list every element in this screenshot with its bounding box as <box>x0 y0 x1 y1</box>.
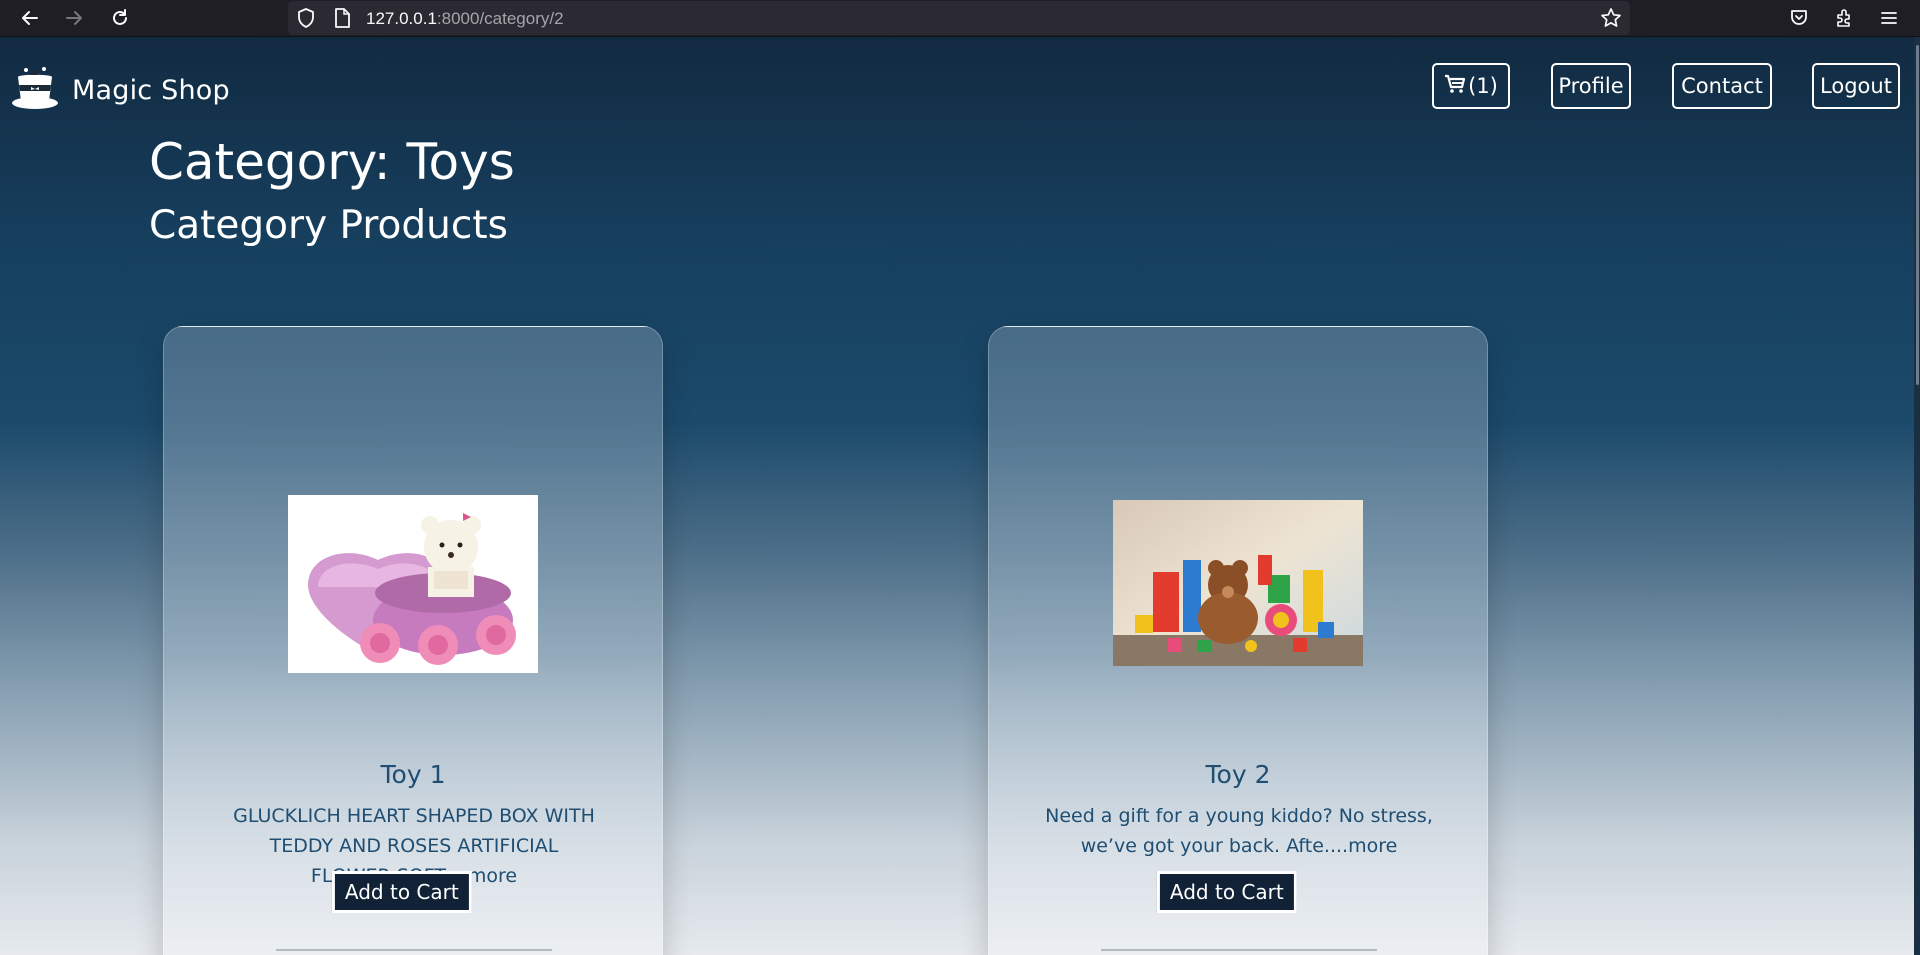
magic-hat-logo-icon <box>10 63 60 117</box>
back-icon[interactable] <box>16 4 44 32</box>
pocket-icon[interactable] <box>1788 7 1810 29</box>
forward-icon[interactable] <box>60 4 88 32</box>
product-name[interactable]: Toy 1 <box>164 760 662 789</box>
contact-button[interactable]: Contact <box>1672 63 1772 109</box>
section-heading: Category Products <box>149 203 508 248</box>
contact-label: Contact <box>1681 74 1763 98</box>
product-image-teddy-heart-box[interactable] <box>288 495 538 673</box>
profile-button[interactable]: Profile <box>1551 63 1631 109</box>
product-name[interactable]: Toy 2 <box>989 760 1487 789</box>
brand-name: Magic Shop <box>72 74 230 106</box>
product-card: Toy 1 GLUCKLICH HEART SHAPED BOX WITH TE… <box>163 326 663 955</box>
browser-toolbar: 127.0.0.1:8000/category/2 <box>0 0 1920 37</box>
cart-count: (1) <box>1468 74 1498 98</box>
address-bar[interactable]: 127.0.0.1:8000/category/2 <box>288 1 1630 35</box>
cart-button[interactable]: (1) <box>1432 63 1510 109</box>
url-path: :8000/category/2 <box>436 9 564 28</box>
product-description: Need a gift for a young kiddo? No stress… <box>1045 805 1433 857</box>
shield-icon[interactable] <box>296 8 316 28</box>
product-card: Toy 2 Need a gift for a young kiddo? No … <box>988 326 1488 955</box>
bookmark-star-icon[interactable] <box>1600 7 1622 29</box>
page-scrollbar[interactable] <box>1914 37 1920 955</box>
cart-icon <box>1444 74 1466 99</box>
page-title: Category: Toys <box>149 133 515 191</box>
divider <box>1101 949 1377 951</box>
brand[interactable]: Magic Shop <box>10 63 230 117</box>
profile-label: Profile <box>1558 74 1624 98</box>
page-icon[interactable] <box>332 8 352 28</box>
url-text[interactable]: 127.0.0.1:8000/category/2 <box>366 9 564 29</box>
reload-icon[interactable] <box>106 4 134 32</box>
logout-button[interactable]: Logout <box>1812 63 1900 109</box>
divider <box>276 949 552 951</box>
scrollbar-thumb[interactable] <box>1916 45 1919 385</box>
menu-icon[interactable] <box>1878 7 1900 29</box>
add-to-cart-button[interactable]: Add to Cart <box>331 871 472 913</box>
logout-label: Logout <box>1820 74 1892 98</box>
url-host: 127.0.0.1 <box>366 9 437 28</box>
product-image-toy-pile[interactable] <box>1113 500 1363 666</box>
add-to-cart-button[interactable]: Add to Cart <box>1156 871 1297 913</box>
page-viewport: Magic Shop (1) Profile Contact Logout Ca… <box>0 37 1920 955</box>
extensions-icon[interactable] <box>1833 7 1855 29</box>
